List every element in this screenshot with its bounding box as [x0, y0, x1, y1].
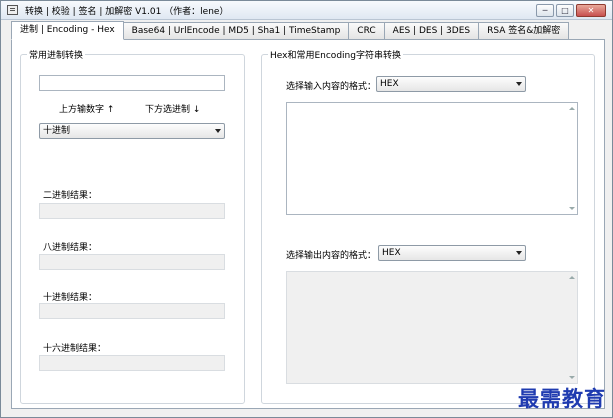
hex-result-label: 十六进制结果：: [43, 344, 107, 354]
output-textarea[interactable]: [286, 271, 578, 384]
chevron-down-icon: [516, 82, 522, 86]
app-window: 转换 | 校验 | 签名 | 加解密 V1.01 （作者：lene） ─ □ ✕…: [0, 0, 613, 418]
scroll-up-icon[interactable]: [569, 276, 575, 279]
hint-up-label: 上方输数字 ↑: [59, 105, 115, 115]
hint-down-label: 下方选进制 ↓: [145, 105, 201, 115]
tab-base64-md5[interactable]: Base64 | UrlEncode | MD5 | Sha1 | TimeSt…: [123, 22, 350, 40]
number-input[interactable]: [39, 75, 225, 91]
tab-aes-des[interactable]: AES | DES | 3DES: [384, 22, 480, 40]
encoding-conversion-group: Hex和常用Encoding字符串转换 选择输入内容的格式： HEX 选择输出内…: [261, 48, 595, 404]
scroll-down-icon[interactable]: [569, 376, 575, 379]
tab-crc[interactable]: CRC: [349, 22, 385, 40]
chevron-down-icon: [516, 251, 522, 255]
input-format-value: HEX: [380, 79, 399, 89]
base-select-value: 十进制: [43, 126, 71, 136]
input-format-label: 选择输入内容的格式：: [286, 82, 377, 92]
tab-hex-encoding[interactable]: 进制 | Encoding - Hex: [11, 21, 124, 40]
tab-bar: 进制 | Encoding - Hex Base64 | UrlEncode |…: [11, 21, 570, 40]
input-textarea[interactable]: [286, 102, 578, 215]
encoding-conversion-title: Hex和常用Encoding字符串转换: [268, 48, 403, 61]
hex-result-field[interactable]: [39, 355, 225, 371]
input-format-select[interactable]: HEX: [376, 76, 526, 92]
minimize-button[interactable]: ─: [536, 4, 554, 17]
decimal-result-field[interactable]: [39, 303, 225, 319]
output-format-select[interactable]: HEX: [378, 245, 526, 261]
window-title: 转换 | 校验 | 签名 | 加解密 V1.01 （作者：lene）: [25, 7, 229, 17]
base-select[interactable]: 十进制: [39, 123, 225, 139]
title-bar[interactable]: 转换 | 校验 | 签名 | 加解密 V1.01 （作者：lene） ─ □ ✕: [1, 1, 612, 20]
app-icon: [7, 5, 18, 15]
decimal-result-label: 十进制结果：: [43, 293, 98, 303]
scroll-up-icon[interactable]: [569, 107, 575, 110]
maximize-button[interactable]: □: [556, 4, 574, 17]
base-conversion-title: 常用进制转换: [27, 48, 86, 61]
octal-result-field[interactable]: [39, 254, 225, 270]
tab-rsa[interactable]: RSA 签名&加解密: [479, 22, 570, 40]
chevron-down-icon: [215, 129, 221, 133]
scroll-down-icon[interactable]: [569, 207, 575, 210]
base-conversion-group: 常用进制转换 上方输数字 ↑ 下方选进制 ↓ 十进制 二进制结果： 八进制结果：…: [20, 48, 245, 404]
watermark-logo: 最需教育: [518, 386, 606, 411]
binary-result-label: 二进制结果：: [43, 191, 98, 201]
close-button[interactable]: ✕: [576, 4, 606, 17]
output-format-value: HEX: [382, 248, 401, 258]
octal-result-label: 八进制结果：: [43, 243, 98, 253]
binary-result-field[interactable]: [39, 203, 225, 219]
output-format-label: 选择输出内容的格式：: [286, 251, 377, 261]
tab-panel: 常用进制转换 上方输数字 ↑ 下方选进制 ↓ 十进制 二进制结果： 八进制结果：…: [11, 39, 605, 409]
